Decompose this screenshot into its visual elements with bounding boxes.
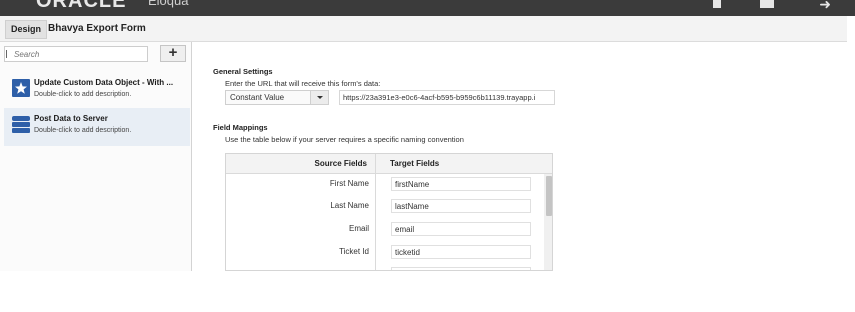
help-icon[interactable] bbox=[713, 0, 721, 8]
server-icon bbox=[12, 116, 30, 133]
url-label: Enter the URL that will receive this for… bbox=[225, 79, 381, 88]
table-row bbox=[226, 264, 544, 270]
search-box[interactable] bbox=[4, 46, 148, 62]
tab-design[interactable]: Design bbox=[5, 20, 48, 39]
add-step-button[interactable]: + bbox=[160, 45, 186, 62]
source-fields-header: Source Fields bbox=[314, 159, 367, 168]
target-fields-header: Target Fields bbox=[375, 154, 535, 174]
source-field: Email bbox=[348, 224, 369, 233]
target-field-input[interactable] bbox=[391, 199, 531, 213]
step-config-panel: General Settings Enter the URL that will… bbox=[193, 42, 847, 271]
dropdown-button[interactable] bbox=[310, 91, 328, 104]
table-row: Ticket Id bbox=[226, 242, 544, 264]
step-description: Double-click to add description. bbox=[34, 127, 132, 134]
target-field-input[interactable] bbox=[391, 177, 531, 191]
url-type-value: Constant Value bbox=[230, 93, 285, 102]
search-input[interactable] bbox=[14, 48, 144, 60]
field-mappings-description: Use the table below if your server requi… bbox=[225, 135, 464, 144]
target-field-input[interactable] bbox=[391, 267, 531, 270]
target-field-input[interactable] bbox=[391, 222, 531, 236]
general-settings-title: General Settings bbox=[213, 67, 273, 76]
source-field: Last Name bbox=[330, 201, 369, 210]
step-title: Post Data to Server bbox=[34, 114, 108, 123]
canvas-header: Design Bhavya Export Form bbox=[0, 16, 847, 42]
steps-panel: + Update Custom Data Object - With ... D… bbox=[0, 42, 192, 271]
exit-icon[interactable]: ➜ bbox=[819, 0, 831, 13]
step-post-data-to-server[interactable]: Post Data to Server Double-click to add … bbox=[4, 108, 190, 146]
caret-down-icon bbox=[317, 96, 323, 99]
table-header: Source Fields Target Fields bbox=[226, 154, 552, 174]
target-field-input[interactable] bbox=[391, 245, 531, 259]
form-name: Bhavya Export Form bbox=[48, 23, 146, 34]
step-title: Update Custom Data Object - With ... bbox=[34, 78, 174, 87]
step-update-custom-data-object[interactable]: Update Custom Data Object - With ... Dou… bbox=[4, 72, 190, 110]
app-window: ORACLE Eloqua ➜ Design Bhavya Export For… bbox=[0, 0, 855, 312]
top-bar: ORACLE Eloqua ➜ bbox=[0, 0, 855, 16]
table-row: First Name bbox=[226, 174, 544, 196]
step-description: Double-click to add description. bbox=[34, 91, 132, 98]
table-scrollbar[interactable] bbox=[544, 174, 552, 270]
url-type-select[interactable]: Constant Value bbox=[225, 90, 329, 105]
table-row: Last Name bbox=[226, 196, 544, 218]
url-input[interactable] bbox=[339, 90, 555, 105]
scrollbar-thumb[interactable] bbox=[546, 176, 552, 216]
field-mappings-table: Source Fields Target Fields First Name L… bbox=[225, 153, 553, 271]
user-icon[interactable] bbox=[760, 0, 774, 8]
source-field: Ticket Id bbox=[339, 247, 369, 256]
field-mappings-title: Field Mappings bbox=[213, 123, 268, 132]
source-field: First Name bbox=[329, 179, 369, 188]
table-row: Email bbox=[226, 219, 544, 241]
table-body: First Name Last Name Email Ticket Id bbox=[226, 174, 552, 270]
search-icon bbox=[6, 50, 10, 58]
custom-data-object-icon bbox=[12, 79, 30, 97]
oracle-logo: ORACLE bbox=[36, 0, 127, 12]
product-name: Eloqua bbox=[148, 0, 189, 8]
